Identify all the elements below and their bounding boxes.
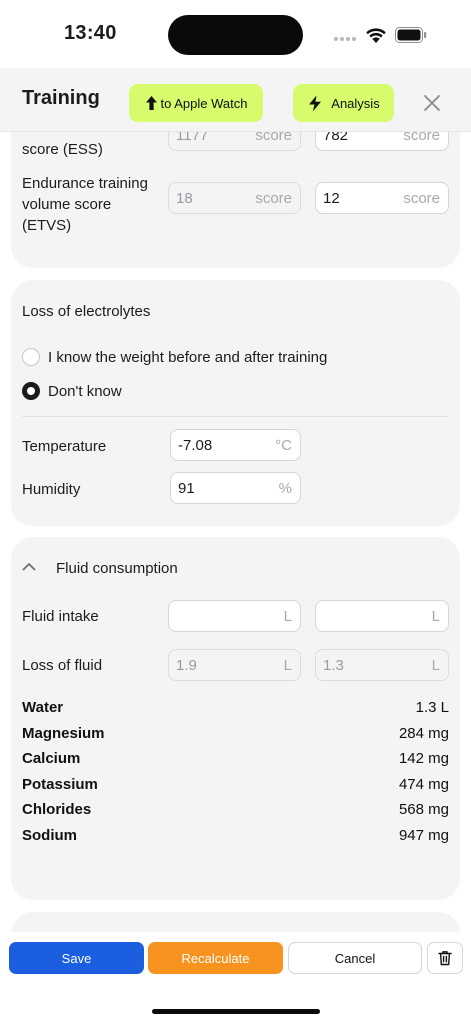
temperature-value: -7.08 xyxy=(178,437,213,454)
trash-icon xyxy=(438,951,452,966)
nutrient-value: 284 mg xyxy=(398,725,449,742)
nutrient-row: Potassium 474 mg xyxy=(22,776,449,796)
nutrient-value: 1.3 L xyxy=(415,699,449,716)
divider xyxy=(22,416,449,417)
fluid-loss-unit-2: L xyxy=(431,657,440,674)
nutrient-value: 474 mg xyxy=(398,776,449,793)
action-bar: Save Recalculate Cancel xyxy=(0,932,471,1024)
dynamic-island xyxy=(168,15,303,55)
nutrient-row: Sodium 947 mg xyxy=(22,827,449,847)
radio-unselected[interactable] xyxy=(22,348,40,366)
wifi-icon xyxy=(366,28,386,43)
lightning-icon xyxy=(309,95,322,111)
analysis-button[interactable]: Analysis xyxy=(293,84,394,122)
to-apple-watch-button[interactable]: to Apple Watch xyxy=(129,84,263,122)
electrolytes-title: Loss of electrolytes xyxy=(22,303,151,320)
analysis-label: Analysis xyxy=(331,95,380,111)
status-time: 13:40 xyxy=(64,22,117,44)
to-apple-watch-label: to Apple Watch xyxy=(160,95,248,111)
arrow-up-icon xyxy=(145,96,157,110)
fluid-intake-unit-2: L xyxy=(431,608,440,625)
status-bar: 13:40 xyxy=(0,0,471,68)
header-bar: Training to Apple Watch Analysis xyxy=(0,68,471,132)
etvs-value-2: 12 xyxy=(323,190,340,207)
ess-label: score (ESS) xyxy=(22,141,103,158)
nutrient-value: 947 mg xyxy=(398,827,449,844)
etvs-unit-1: score xyxy=(255,190,292,207)
nutrient-value: 142 mg xyxy=(398,750,449,767)
recalculate-button[interactable]: Recalculate xyxy=(148,942,283,974)
etvs-field-2[interactable]: 12 score xyxy=(315,182,449,214)
nutrient-name: Sodium xyxy=(22,827,77,844)
etvs-field-1: 18 score xyxy=(168,182,301,214)
electrolytes-card: Loss of electrolytes I know the weight b… xyxy=(11,280,460,526)
humidity-unit: % xyxy=(278,480,292,497)
scroll-content[interactable]: score (ESS) 1177 score 782 score Enduran… xyxy=(0,68,471,940)
battery-icon xyxy=(395,27,427,43)
fluid-title: Fluid consumption xyxy=(56,560,178,577)
fluid-loss-unit-1: L xyxy=(283,657,292,674)
fluid-loss-label: Loss of fluid xyxy=(22,657,103,674)
cancel-button[interactable]: Cancel xyxy=(288,942,422,974)
page-title: Training xyxy=(22,87,100,109)
humidity-value: 91 xyxy=(178,480,195,497)
delete-button[interactable] xyxy=(427,942,463,974)
fluid-loss-field-1: 1.9 L xyxy=(168,649,301,681)
radio-know-weight-label: I know the weight before and after train… xyxy=(48,348,328,366)
nutrient-name: Potassium xyxy=(22,776,98,793)
temperature-label: Temperature xyxy=(22,438,107,455)
fluid-intake-field-2[interactable]: L xyxy=(315,600,449,632)
fluid-intake-label: Fluid intake xyxy=(22,608,99,625)
fluid-loss-field-2: 1.3 L xyxy=(315,649,449,681)
etvs-label: Endurance training volume score (ETVS) xyxy=(22,175,148,234)
nutrient-name: Calcium xyxy=(22,750,81,767)
nutrient-value: 568 mg xyxy=(398,801,449,818)
radio-selected[interactable] xyxy=(22,382,40,400)
fluid-intake-unit-1: L xyxy=(283,608,292,625)
chevron-up-icon[interactable] xyxy=(22,562,36,571)
etvs-unit-2: score xyxy=(403,190,440,207)
home-indicator xyxy=(152,1009,320,1014)
radio-dont-know-label: Don't know xyxy=(48,382,122,400)
temperature-field[interactable]: -7.08 °C xyxy=(170,429,301,461)
radio-dont-know[interactable]: Don't know xyxy=(22,380,122,402)
etvs-value-1: 18 xyxy=(176,190,193,207)
save-button[interactable]: Save xyxy=(9,942,144,974)
nutrient-name: Water xyxy=(22,699,64,716)
humidity-field[interactable]: 91 % xyxy=(170,472,301,504)
nutrient-row: Calcium 142 mg xyxy=(22,750,449,770)
radio-know-weight[interactable]: I know the weight before and after train… xyxy=(22,346,327,368)
nutrient-row: Water 1.3 L xyxy=(22,699,449,719)
humidity-label: Humidity xyxy=(22,481,81,498)
nutrient-row: Chlorides 568 mg xyxy=(22,801,449,821)
fluid-intake-field-1[interactable]: L xyxy=(168,600,301,632)
fluid-card: Fluid consumption Fluid intake L L Loss … xyxy=(11,537,460,900)
fluid-loss-value-2: 1.3 xyxy=(323,657,344,674)
nutrient-name: Chlorides xyxy=(22,801,92,818)
close-icon[interactable] xyxy=(420,91,444,115)
fluid-loss-value-1: 1.9 xyxy=(176,657,197,674)
nutrient-row: Magnesium 284 mg xyxy=(22,725,449,745)
temperature-unit: °C xyxy=(275,437,292,454)
nutrient-name: Magnesium xyxy=(22,725,105,742)
cellular-signal-icon xyxy=(334,37,356,41)
